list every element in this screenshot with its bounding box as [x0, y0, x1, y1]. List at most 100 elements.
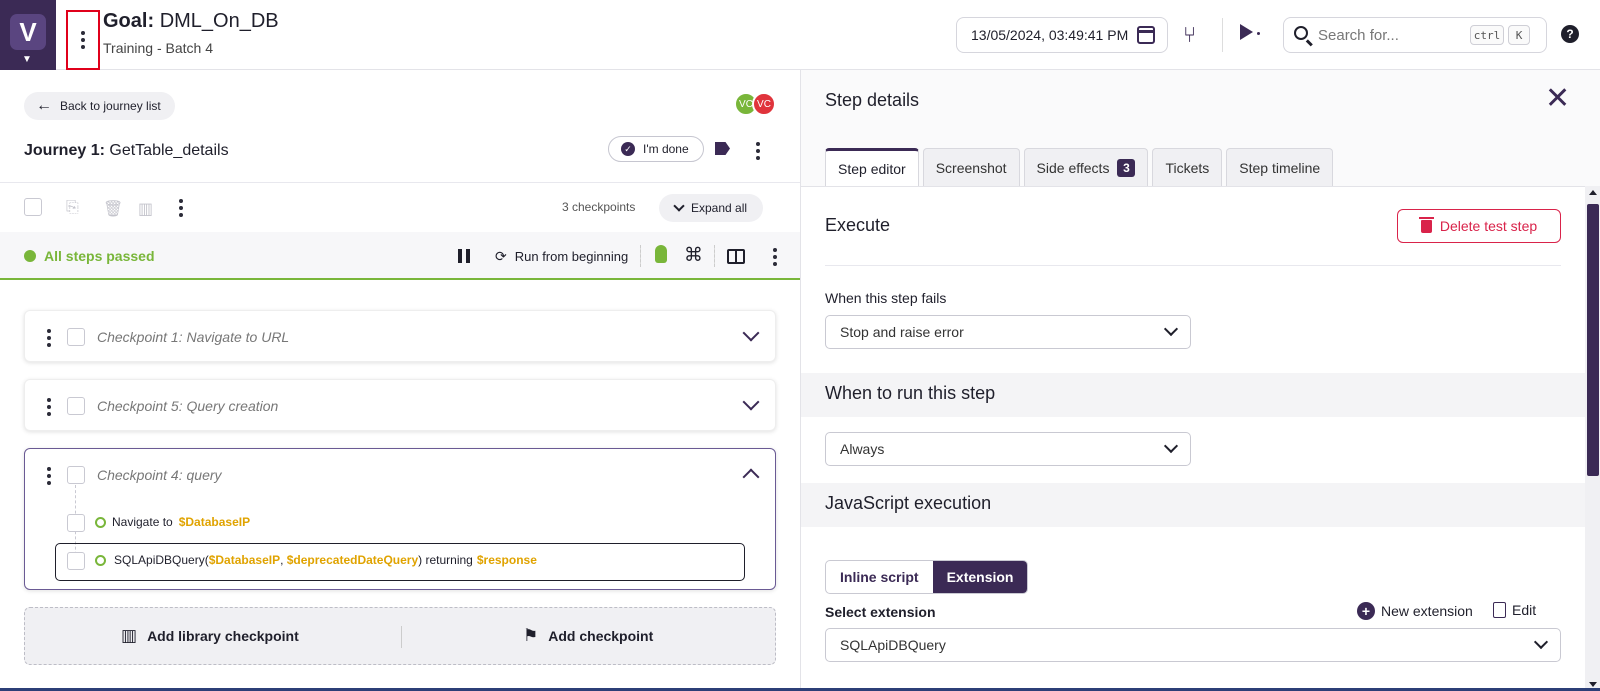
- play-menu-dot: [1257, 32, 1260, 35]
- step-status-icon: [95, 554, 106, 566]
- scroll-up-icon[interactable]: [1589, 190, 1597, 195]
- goal-subtitle: Training - Batch 4: [103, 40, 213, 56]
- shortcut-key-ctrl: ctrl: [1470, 25, 1504, 45]
- new-extension-button[interactable]: + New extension: [1357, 602, 1473, 620]
- add-library-checkpoint-button[interactable]: ▥ Add library checkpoint: [121, 626, 299, 646]
- back-label: Back to journey list: [60, 99, 161, 113]
- library-add-icon: ▥: [121, 626, 138, 645]
- chevron-down-icon[interactable]: [742, 393, 760, 411]
- fail-behavior-select[interactable]: Stop and raise error: [825, 315, 1191, 349]
- goal-name: DML_On_DB: [159, 10, 279, 32]
- checkpoint-checkbox[interactable]: [67, 466, 85, 484]
- scrollbar-thumb[interactable]: [1587, 204, 1599, 476]
- inline-script-option[interactable]: Inline script: [826, 561, 933, 593]
- refresh-icon: ⟳: [495, 247, 507, 264]
- javascript-execution-heading: JavaScript execution: [825, 493, 992, 513]
- tag-icon[interactable]: [715, 142, 730, 155]
- step-checkbox[interactable]: [67, 514, 85, 532]
- expand-all-button[interactable]: Expand all: [659, 194, 764, 222]
- select-extension-label: Select extension: [825, 604, 936, 620]
- checkpoint-menu-icon[interactable]: [47, 329, 51, 347]
- split-view-icon[interactable]: [727, 249, 745, 264]
- extension-select[interactable]: SQLApiDBQuery: [825, 628, 1561, 662]
- tab-step-editor[interactable]: Step editor: [825, 148, 919, 186]
- status-text: All steps passed: [44, 248, 155, 264]
- datetime-picker[interactable]: 13/05/2024, 03:49:41 PM: [956, 17, 1168, 53]
- journey-panel: ← Back to journey list VC VC Journey 1: …: [0, 70, 800, 691]
- branch-icon[interactable]: ⑂: [1183, 22, 1196, 48]
- toolbar-more-icon[interactable]: [179, 199, 183, 217]
- more-vertical-icon: [81, 31, 85, 49]
- lightbulb-icon[interactable]: [655, 245, 667, 263]
- extension-option[interactable]: Extension: [932, 561, 1028, 593]
- step-editor-content: Execute Delete test step When this step …: [801, 186, 1585, 691]
- tab-side-effects[interactable]: Side effects 3: [1023, 148, 1149, 186]
- select-all-checkbox[interactable]: [24, 198, 42, 216]
- divider: [640, 245, 641, 267]
- goal-menu-button[interactable]: [66, 10, 100, 70]
- checkpoint-menu-icon[interactable]: [47, 467, 51, 485]
- pause-icon[interactable]: [458, 249, 470, 263]
- when-to-run-value: Always: [840, 441, 885, 457]
- im-done-button[interactable]: ✓ I'm done: [608, 136, 704, 162]
- tab-screenshot[interactable]: Screenshot: [922, 148, 1020, 186]
- tab-step-timeline[interactable]: Step timeline: [1226, 148, 1334, 186]
- journey-label: Journey 1:: [24, 142, 105, 159]
- add-library-checkpoint-label: Add library checkpoint: [147, 628, 299, 644]
- tab-label: Side effects: [1036, 159, 1110, 176]
- run-status-bar: All steps passed ⟳ Run from beginning ⌘: [0, 232, 800, 280]
- checkpoint-card[interactable]: Checkpoint 5: Query creation: [24, 379, 776, 431]
- delete-test-step-button[interactable]: Delete test step: [1397, 209, 1561, 243]
- paste-icon[interactable]: ⎘: [66, 199, 82, 217]
- checkpoint-card-expanded[interactable]: Checkpoint 4: query Navigate to $Databas…: [24, 448, 776, 590]
- chevron-down-icon: [1163, 321, 1179, 337]
- step-row[interactable]: Navigate to $DatabaseIP: [95, 515, 250, 529]
- goal-label: Goal:: [103, 10, 155, 32]
- chevron-up-icon[interactable]: [742, 468, 760, 486]
- run-from-beginning-button[interactable]: ⟳ Run from beginning: [495, 246, 628, 266]
- add-checkpoint-button[interactable]: ⚑ Add checkpoint: [523, 626, 653, 646]
- fail-behavior-value: Stop and raise error: [840, 324, 964, 340]
- datetime-value: 13/05/2024, 03:49:41 PM: [971, 27, 1129, 43]
- plus-circle-icon: +: [1357, 602, 1375, 620]
- trash-icon[interactable]: 🗑: [103, 199, 123, 218]
- details-tabs: Step editor Screenshot Side effects 3 Ti…: [825, 148, 1334, 186]
- checkpoint-card[interactable]: Checkpoint 1: Navigate to URL: [24, 310, 776, 362]
- command-icon[interactable]: ⌘: [684, 244, 703, 267]
- app-logo-button[interactable]: V ▼: [0, 0, 56, 70]
- checkpoint-menu-icon[interactable]: [47, 398, 51, 416]
- step-variable: $DatabaseIP: [178, 515, 251, 529]
- chevron-down-icon: ▼: [22, 54, 32, 65]
- status-dot-icon: [24, 250, 36, 262]
- journey-name: GetTable_details: [109, 142, 229, 159]
- chevron-down-icon[interactable]: [742, 324, 760, 342]
- search-box[interactable]: ctrl K: [1283, 17, 1547, 53]
- play-icon[interactable]: [1240, 24, 1253, 40]
- step-row[interactable]: SQLApiDBQuery( $DatabaseIP , $deprecated…: [95, 553, 537, 567]
- step-details-panel: Step details ✕ Step editor Screenshot Si…: [800, 70, 1600, 691]
- code-file-icon: [1493, 602, 1506, 618]
- when-to-run-select[interactable]: Always: [825, 432, 1191, 466]
- app-header: V ▼ Goal: DML_On_DB Training - Batch 4 1…: [0, 0, 1600, 70]
- search-input[interactable]: [1318, 24, 1468, 46]
- divider: [714, 245, 715, 267]
- scroll-down-icon[interactable]: [1589, 682, 1597, 687]
- library-icon[interactable]: ▥: [138, 199, 154, 218]
- edit-extension-button[interactable]: Edit: [1493, 602, 1536, 618]
- checkpoint-title: Checkpoint 1: Navigate to URL: [97, 329, 290, 345]
- close-icon[interactable]: ✕: [1545, 84, 1570, 114]
- run-menu-icon[interactable]: [773, 248, 777, 266]
- back-to-journey-list-button[interactable]: ← Back to journey list: [24, 92, 175, 120]
- checkpoint-checkbox[interactable]: [67, 328, 85, 346]
- step-checkbox[interactable]: [67, 552, 85, 570]
- avatar[interactable]: VC: [752, 92, 776, 116]
- tab-tickets[interactable]: Tickets: [1152, 148, 1223, 186]
- checkpoint-toolbar: ⎘ 🗑 ▥ 3 checkpoints Expand all: [0, 183, 800, 231]
- calendar-icon: [1137, 26, 1155, 44]
- step-variable: $response: [476, 553, 537, 567]
- journey-menu-icon[interactable]: [756, 142, 760, 160]
- step-variable: $DatabaseIP: [208, 553, 281, 567]
- checkpoint-checkbox[interactable]: [67, 397, 85, 415]
- help-icon[interactable]: ?: [1561, 25, 1579, 43]
- edit-label: Edit: [1512, 602, 1537, 618]
